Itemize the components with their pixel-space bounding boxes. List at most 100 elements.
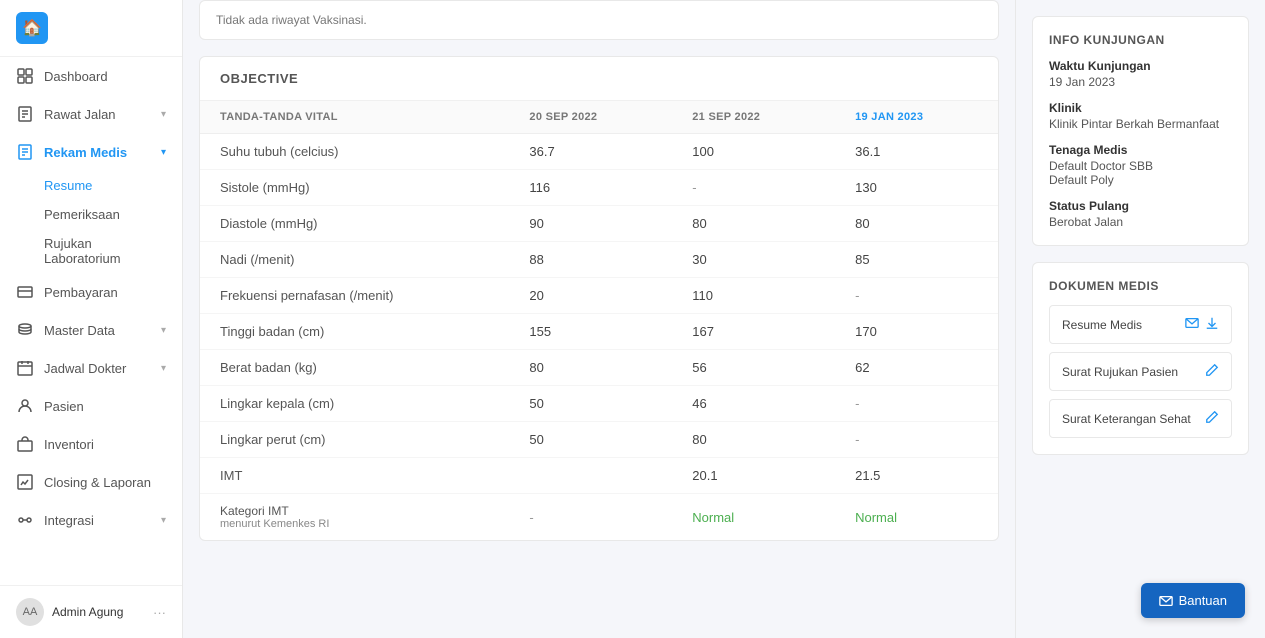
table-row: Lingkar kepala (cm) 50 46 -	[200, 386, 998, 422]
dashboard-icon	[16, 67, 34, 85]
integrasi-icon	[16, 511, 34, 529]
waktu-kunjungan-group: Waktu Kunjungan 19 Jan 2023	[1049, 59, 1232, 89]
table-row: Suhu tubuh (celcius) 36.7 100 36.1	[200, 134, 998, 170]
sidebar-item-label-integrasi: Integrasi	[44, 513, 161, 528]
status-pulang-label: Status Pulang	[1049, 199, 1232, 213]
table-row: Frekuensi pernafasan (/menit) 20 110 -	[200, 278, 998, 314]
master-data-icon	[16, 321, 34, 339]
doc-label-surat-rujukan: Surat Rujukan Pasien	[1062, 365, 1178, 379]
rekam-medis-icon	[16, 143, 34, 161]
val-berat-sep20: 80	[509, 350, 672, 386]
doc-label-surat-keterangan: Surat Keterangan Sehat	[1062, 412, 1191, 426]
sidebar-item-rawat-jalan[interactable]: Rawat Jalan ▾	[0, 95, 182, 133]
edit-icon-keterangan[interactable]	[1205, 410, 1219, 427]
objective-header: OBJECTIVE	[200, 57, 998, 101]
param-berat: Berat badan (kg)	[200, 350, 509, 386]
val-imt-sep20	[509, 458, 672, 494]
rekam-medis-submenu: Resume Pemeriksaan Rujukan Laboratorium	[0, 171, 182, 273]
admin-menu-dots[interactable]: ···	[153, 605, 166, 620]
admin-name: Admin Agung	[52, 605, 153, 619]
val-suhu-sep21: 100	[672, 134, 835, 170]
sidebar-sub-item-pemeriksaan[interactable]: Pemeriksaan	[44, 200, 182, 229]
val-tinggi-sep20: 155	[509, 314, 672, 350]
sidebar: 🏠 Dashboard Rawat Jalan ▾ Rekam Medis ▾	[0, 0, 183, 638]
table-row: Lingkar perut (cm) 50 80 -	[200, 422, 998, 458]
sidebar-item-master-data[interactable]: Master Data ▾	[0, 311, 182, 349]
doc-label-resume-medis: Resume Medis	[1062, 318, 1142, 332]
val-lingkar-perut-sep20: 50	[509, 422, 672, 458]
param-imt: IMT	[200, 458, 509, 494]
tenaga-medis-value2: Default Poly	[1049, 173, 1232, 187]
val-nadi-sep20: 88	[509, 242, 672, 278]
sidebar-item-pasien[interactable]: Pasien	[0, 387, 182, 425]
param-diastole: Diastole (mmHg)	[200, 206, 509, 242]
sidebar-item-rekam-medis[interactable]: Rekam Medis ▾	[0, 133, 182, 171]
edit-icon-rujukan[interactable]	[1205, 363, 1219, 380]
val-lingkar-kepala-sep20: 50	[509, 386, 672, 422]
val-frekuensi-jan19: -	[835, 278, 998, 314]
jadwal-dokter-icon	[16, 359, 34, 377]
download-icon[interactable]	[1205, 316, 1219, 333]
doc-item-surat-keterangan: Surat Keterangan Sehat	[1049, 399, 1232, 438]
info-kunjungan-card: INFO KUNJUNGAN Waktu Kunjungan 19 Jan 20…	[1032, 16, 1249, 246]
klinik-value: Klinik Pintar Berkah Bermanfaat	[1049, 117, 1232, 131]
top-note: Tidak ada riwayat Vaksinasi.	[199, 0, 999, 40]
col-header-sep20: 20 SEP 2022	[509, 101, 672, 134]
val-diastole-sep20: 90	[509, 206, 672, 242]
sidebar-item-pembayaran[interactable]: Pembayaran	[0, 273, 182, 311]
doc-item-surat-rujukan: Surat Rujukan Pasien	[1049, 352, 1232, 391]
sidebar-item-label-jadwal-dokter: Jadwal Dokter	[44, 361, 161, 376]
sidebar-sub-item-rujukan-lab[interactable]: Rujukan Laboratorium	[44, 229, 182, 273]
dokumen-medis-title: DOKUMEN MEDIS	[1049, 279, 1232, 293]
val-kategori-imt-jan19: Normal	[835, 494, 998, 541]
email-icon[interactable]	[1185, 316, 1199, 333]
val-tinggi-jan19: 170	[835, 314, 998, 350]
param-tinggi: Tinggi badan (cm)	[200, 314, 509, 350]
val-sistole-sep20: 116	[509, 170, 672, 206]
sidebar-item-label-pasien: Pasien	[44, 399, 166, 414]
klinik-label: Klinik	[1049, 101, 1232, 115]
sidebar-item-closing-laporan[interactable]: Closing & Laporan	[0, 463, 182, 501]
val-tinggi-sep21: 167	[672, 314, 835, 350]
objective-card: OBJECTIVE TANDA-TANDA VITAL 20 SEP 2022 …	[199, 56, 999, 541]
val-imt-sep21: 20.1	[672, 458, 835, 494]
sidebar-item-dashboard[interactable]: Dashboard	[0, 57, 182, 95]
sidebar-item-jadwal-dokter[interactable]: Jadwal Dokter ▾	[0, 349, 182, 387]
closing-laporan-icon	[16, 473, 34, 491]
table-row: Sistole (mmHg) 116 - 130	[200, 170, 998, 206]
rekam-medis-chevron: ▾	[161, 147, 166, 158]
param-lingkar-kepala: Lingkar kepala (cm)	[200, 386, 509, 422]
val-lingkar-kepala-sep21: 46	[672, 386, 835, 422]
jadwal-dokter-chevron: ▾	[161, 363, 166, 374]
bantuan-button[interactable]: Bantuan	[1141, 583, 1245, 618]
status-pulang-value: Berobat Jalan	[1049, 215, 1232, 229]
klinik-group: Klinik Klinik Pintar Berkah Bermanfaat	[1049, 101, 1232, 131]
sidebar-item-label-pembayaran: Pembayaran	[44, 285, 166, 300]
sidebar-item-integrasi[interactable]: Integrasi ▾	[0, 501, 182, 539]
main-content: Tidak ada riwayat Vaksinasi. OBJECTIVE T…	[183, 0, 1015, 638]
pembayaran-icon	[16, 283, 34, 301]
rawat-jalan-icon	[16, 105, 34, 123]
val-sistole-jan19: 130	[835, 170, 998, 206]
val-suhu-jan19: 36.1	[835, 134, 998, 170]
doc-icons-resume-medis	[1185, 316, 1219, 333]
val-lingkar-kepala-jan19: -	[835, 386, 998, 422]
val-frekuensi-sep21: 110	[672, 278, 835, 314]
tenaga-medis-value1: Default Doctor SBB	[1049, 159, 1232, 173]
sidebar-item-label-dashboard: Dashboard	[44, 69, 166, 84]
param-sistole: Sistole (mmHg)	[200, 170, 509, 206]
val-diastole-sep21: 80	[672, 206, 835, 242]
vital-signs-table: TANDA-TANDA VITAL 20 SEP 2022 21 SEP 202…	[200, 101, 998, 540]
bantuan-icon	[1159, 594, 1173, 608]
right-panel: INFO KUNJUNGAN Waktu Kunjungan 19 Jan 20…	[1015, 0, 1265, 638]
admin-avatar: AA	[16, 598, 44, 626]
doc-icons-surat-keterangan	[1205, 410, 1219, 427]
val-lingkar-perut-sep21: 80	[672, 422, 835, 458]
status-pulang-group: Status Pulang Berobat Jalan	[1049, 199, 1232, 229]
val-diastole-jan19: 80	[835, 206, 998, 242]
sidebar-item-inventori[interactable]: Inventori	[0, 425, 182, 463]
sidebar-item-label-rawat-jalan: Rawat Jalan	[44, 107, 161, 122]
integrasi-chevron: ▾	[161, 515, 166, 526]
bantuan-label: Bantuan	[1179, 593, 1227, 608]
sidebar-sub-item-resume[interactable]: Resume	[44, 171, 182, 200]
